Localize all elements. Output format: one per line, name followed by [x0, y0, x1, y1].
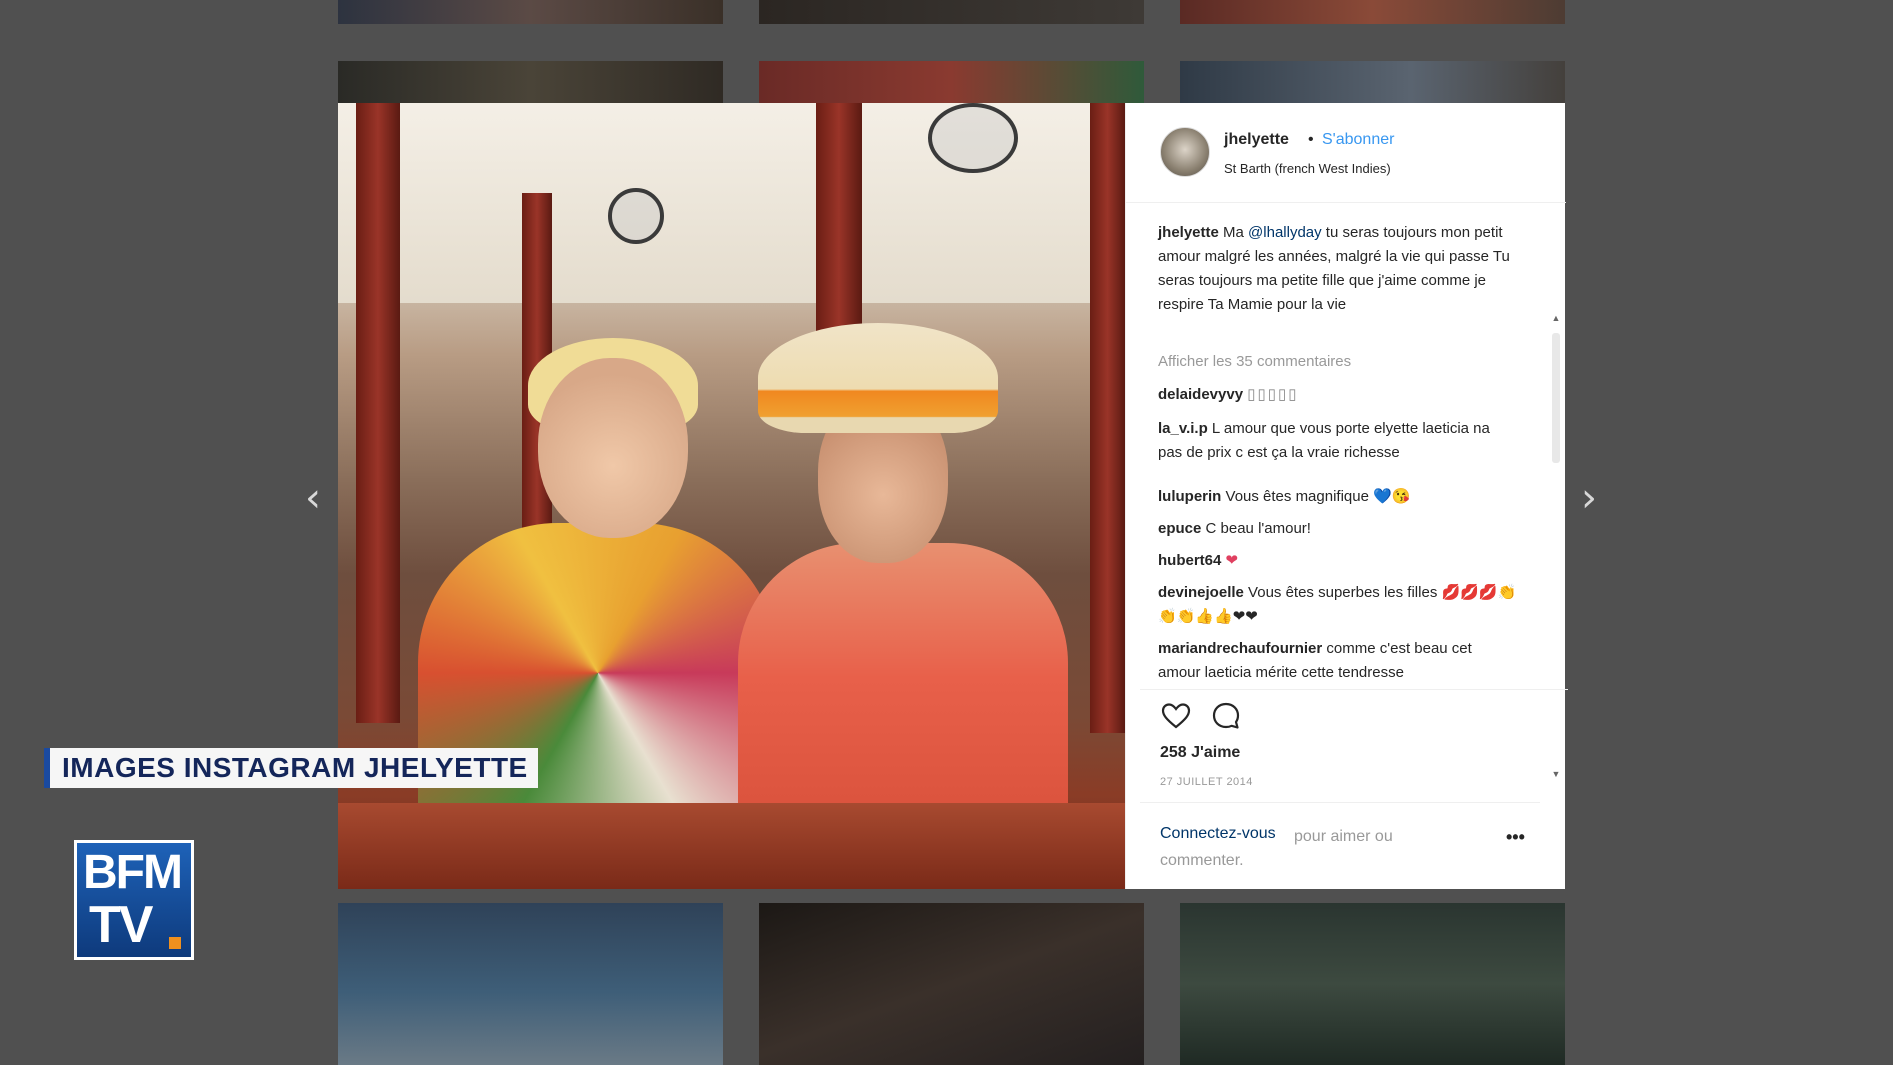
photo-person-right-hat: [758, 323, 998, 433]
scroll-down-arrow[interactable]: ▼: [1549, 769, 1563, 783]
view-all-comments-link[interactable]: Afficher les 35 commentaires: [1158, 353, 1351, 370]
scroll-up-arrow[interactable]: ▲: [1549, 313, 1563, 327]
avatar[interactable]: [1160, 127, 1210, 177]
comment-text: ❤: [1225, 552, 1239, 569]
login-prompt: pour aimer ou commenter. Connectez-vous …: [1140, 802, 1540, 869]
caption-username[interactable]: jhelyette: [1158, 224, 1219, 241]
grid-thumbnail[interactable]: [1180, 61, 1565, 105]
comment-username[interactable]: hubert64: [1158, 552, 1221, 569]
comment-item: devinejoelle Vous êtes superbes les fill…: [1158, 581, 1518, 629]
logo-dot: [169, 937, 181, 949]
photo-pillar: [1090, 103, 1125, 733]
post-side-panel: jhelyette • S'abonner St Barth (french W…: [1125, 103, 1568, 889]
caption-text-before: Ma: [1223, 224, 1249, 241]
comment-username[interactable]: epuce: [1158, 520, 1201, 537]
photo-table: [338, 803, 1125, 889]
post-location[interactable]: St Barth (french West Indies): [1224, 161, 1391, 176]
photo-pillar: [356, 103, 400, 723]
comment-username[interactable]: devinejoelle: [1158, 584, 1244, 601]
grid-thumbnail[interactable]: [338, 0, 723, 24]
grid-thumbnail[interactable]: [1180, 903, 1565, 1065]
comment-item: epuce C beau l'amour!: [1158, 517, 1518, 541]
comment-item: luluperin Vous êtes magnifique 💙😘: [1158, 485, 1518, 509]
post-date: 27 JUILLET 2014: [1160, 776, 1253, 788]
login-link[interactable]: Connectez-vous: [1160, 825, 1276, 843]
grid-thumbnail[interactable]: [759, 61, 1144, 105]
comment-username[interactable]: mariandrechaufournier: [1158, 640, 1322, 657]
more-options-icon[interactable]: •••: [1506, 827, 1525, 848]
heart-icon[interactable]: [1160, 700, 1192, 732]
comments-scrollbar-track[interactable]: ▲ ▼: [1549, 313, 1563, 783]
comment-text: L amour que vous porte elyette laeticia …: [1158, 420, 1490, 461]
comment-text: ▯▯▯▯▯: [1247, 386, 1299, 403]
grid-thumbnail[interactable]: [338, 903, 723, 1065]
photo-fan: [608, 188, 664, 244]
comments-list[interactable]: jhelyette Ma @lhallyday tu seras toujour…: [1126, 213, 1554, 683]
post-header: jhelyette • S'abonner St Barth (french W…: [1126, 103, 1566, 203]
comment-item: la_v.i.p L amour que vous porte elyette …: [1158, 417, 1518, 465]
comment-text: C beau l'amour!: [1205, 520, 1311, 537]
grid-thumbnail[interactable]: [338, 61, 723, 105]
comment-icon[interactable]: [1210, 700, 1242, 732]
separator-dot: •: [1308, 131, 1314, 148]
post-caption: jhelyette Ma @lhallyday tu seras toujour…: [1158, 221, 1518, 317]
chevron-right-icon[interactable]: ›: [1574, 478, 1604, 518]
grid-thumbnail[interactable]: [759, 0, 1144, 24]
comment-username[interactable]: luluperin: [1158, 488, 1221, 505]
comment-item: hubert64 ❤: [1158, 549, 1518, 573]
photo-pillar: [816, 103, 862, 333]
photo-person-left-head: [538, 358, 688, 538]
follow-button[interactable]: S'abonner: [1322, 131, 1394, 149]
photo-person-right: [738, 543, 1068, 843]
caption-mention[interactable]: @lhallyday: [1248, 224, 1322, 241]
comment-item: delaidevyvy ▯▯▯▯▯: [1158, 383, 1518, 407]
grid-thumbnail[interactable]: [1180, 0, 1565, 24]
channel-logo: BFM TV: [74, 840, 194, 960]
channel-logo-inner: BFM TV: [77, 843, 191, 957]
grid-thumbnail[interactable]: [759, 903, 1144, 1065]
comment-username[interactable]: delaidevyvy: [1158, 386, 1243, 403]
comment-text: Vous êtes magnifique 💙😘: [1225, 488, 1411, 505]
logo-line-1: BFM: [83, 846, 183, 899]
logo-line-2: TV: [89, 896, 153, 954]
comment-item: mariandrechaufournier comme c'est beau c…: [1158, 637, 1518, 683]
likes-count[interactable]: 258 J'aime: [1160, 744, 1240, 762]
lower-third-caption: IMAGES INSTAGRAM JHELYETTE: [44, 748, 538, 788]
scroll-thumb[interactable]: [1552, 333, 1560, 463]
post-username[interactable]: jhelyette: [1224, 131, 1289, 149]
chevron-left-icon[interactable]: ‹: [298, 478, 328, 518]
lower-third-text: IMAGES INSTAGRAM JHELYETTE: [62, 752, 528, 783]
post-actions: 258 J'aime 27 JUILLET 2014 pour aimer ou…: [1140, 689, 1568, 889]
comment-username[interactable]: la_v.i.p: [1158, 420, 1208, 437]
photo-fan: [928, 103, 1018, 173]
